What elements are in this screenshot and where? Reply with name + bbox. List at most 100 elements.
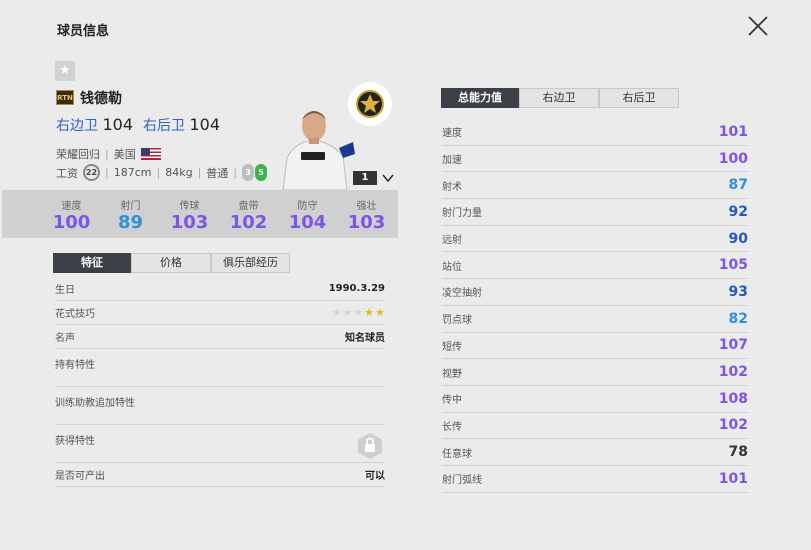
birth-row: 生日 1990.3.29	[55, 277, 385, 301]
attribute-value: 100	[718, 150, 748, 167]
attribute-value: 87	[728, 177, 748, 194]
attribute-row: 任意球 78	[442, 439, 748, 466]
attribute-value: 90	[728, 230, 748, 247]
summary-stat: 强壮 103	[337, 190, 396, 238]
tab-club-history[interactable]: 俱乐部经历	[211, 253, 290, 273]
physical-info: 工资 22 | 187cm | 84kg | 普通 | 3 5	[56, 164, 267, 181]
summary-stats-bar: 速度 100 射门 89 传球 103 盘带 102 防守 104 强壮 103	[2, 190, 398, 238]
summary-stat: 速度 100	[42, 190, 101, 238]
summary-stat-value: 100	[52, 212, 91, 233]
attributes-list: 速度 101 加速 100 射术 87 射门力量 92 远射 90 站位 105 凌空抽射 93 罚点球 82…	[442, 119, 748, 493]
tab-position-rwb[interactable]: 右后卫	[599, 88, 679, 108]
strong-foot-icon: 5	[255, 164, 267, 181]
position-rating: 右后卫 104	[143, 115, 220, 134]
attribute-row: 传中 108	[442, 386, 748, 413]
summary-stat: 射门 89	[101, 190, 160, 238]
attribute-row: 长传 102	[442, 413, 748, 440]
features-list: 生日 1990.3.29 花式技巧 ★ ★ ★ ★ ★ 名声 知名球员 持有特性 训练助教追…	[55, 277, 385, 487]
skill-moves-row: 花式技巧 ★ ★ ★ ★ ★	[55, 301, 385, 325]
summary-stat-value: 104	[288, 212, 327, 233]
summary-stat: 传球 103	[160, 190, 219, 238]
summary-stat-label: 强壮	[356, 201, 377, 212]
attribute-row: 罚点球 82	[442, 306, 748, 333]
attribute-label: 传中	[442, 395, 462, 407]
attribute-label: 速度	[442, 128, 462, 140]
usa-flag-icon	[140, 148, 161, 160]
attribute-value: 102	[718, 417, 748, 434]
attribute-row: 射门弧线 101	[442, 466, 748, 493]
tab-position-rb[interactable]: 右边卫	[519, 88, 599, 108]
attribute-value: 92	[728, 203, 748, 220]
attribute-value: 107	[718, 337, 748, 354]
attribute-value: 105	[718, 257, 748, 274]
attribute-value: 108	[718, 390, 748, 407]
acquired-traits-row: 获得特性	[55, 425, 385, 463]
attribute-value: 101	[718, 470, 748, 487]
attribute-row: 短传 107	[442, 333, 748, 360]
attribute-label: 任意球	[442, 448, 472, 460]
summary-stat-value: 103	[347, 212, 386, 233]
summary-stat-value: 102	[229, 212, 268, 233]
team-name: 荣耀回归	[56, 148, 100, 161]
summary-stat-label: 速度	[61, 201, 82, 212]
attribute-row: 射术 87	[442, 172, 748, 200]
season-badge: RTN	[56, 90, 74, 105]
star-icon: ★	[331, 306, 342, 319]
salary-badge: 22	[83, 164, 100, 181]
tab-price[interactable]: 价格	[131, 253, 211, 273]
position-rating: 右边卫 104	[56, 115, 133, 134]
attribute-value: 93	[728, 283, 748, 300]
attribute-value: 102	[718, 364, 748, 381]
weight: 84kg	[165, 166, 193, 179]
level-badge[interactable]: 1	[353, 171, 377, 185]
attribute-label: 短传	[442, 341, 462, 353]
attribute-row: 远射 90	[442, 226, 748, 253]
page-title: 球员信息	[57, 24, 110, 39]
summary-stat: 防守 104	[278, 190, 337, 238]
rating-tabs: 总能力值 右边卫 右后卫	[441, 88, 679, 108]
attribute-value: 82	[728, 310, 748, 327]
attribute-row: 站位 105	[442, 252, 748, 280]
attribute-row: 凌空抽射 93	[442, 279, 748, 306]
summary-stat-label: 盘带	[238, 201, 259, 212]
summary-stat-label: 防守	[297, 201, 318, 212]
team-nation-info: 荣耀回归 | 美国	[56, 146, 161, 162]
coach-traits-row: 训练助教追加特性	[55, 387, 385, 425]
attribute-row: 射门力量 92	[442, 199, 748, 226]
attribute-label: 加速	[442, 155, 462, 167]
attribute-label: 罚点球	[442, 315, 472, 327]
attribute-label: 远射	[442, 235, 462, 247]
skill-stars: ★ ★ ★ ★ ★	[332, 306, 385, 319]
body-type: 普通	[206, 166, 229, 180]
summary-stat-value: 89	[117, 212, 144, 233]
summary-stat-label: 传球	[179, 201, 200, 212]
attribute-row: 速度 101	[442, 119, 748, 146]
fame-row: 名声 知名球员	[55, 325, 385, 349]
star-icon: ★	[342, 306, 353, 319]
attribute-label: 射门力量	[442, 208, 482, 220]
attribute-row: 加速 100	[442, 146, 748, 173]
tradable-row: 是否可产出 可以	[55, 463, 385, 487]
lock-icon	[358, 433, 382, 459]
player-name: 钱德勒	[80, 91, 122, 107]
chevron-down-icon[interactable]	[381, 171, 395, 185]
attribute-label: 视野	[442, 368, 462, 380]
star-icon: ★	[353, 306, 364, 319]
star-icon: ★	[375, 306, 385, 319]
traits-row: 持有特性	[55, 349, 385, 387]
weak-foot-icon: 3	[242, 164, 254, 181]
nation-name: 美国	[113, 148, 136, 161]
star-icon: ★	[364, 306, 375, 319]
salary-label: 工资	[56, 166, 78, 180]
attribute-row: 视野 102	[442, 359, 748, 386]
favorite-star-icon[interactable]: ★	[55, 61, 75, 81]
attribute-value: 78	[728, 444, 748, 461]
attribute-label: 凌空抽射	[442, 288, 482, 300]
attribute-label: 长传	[442, 421, 462, 433]
height: 187cm	[113, 166, 152, 179]
tab-overall[interactable]: 总能力值	[441, 88, 519, 108]
tab-features[interactable]: 特征	[53, 253, 131, 273]
player-portrait	[282, 111, 355, 190]
close-icon[interactable]	[746, 14, 770, 38]
summary-stat-label: 射门	[120, 201, 141, 212]
